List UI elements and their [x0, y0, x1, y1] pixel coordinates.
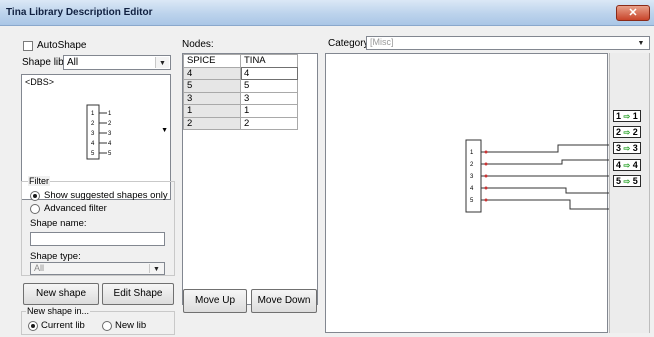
window-title: Tina Library Description Editor	[6, 7, 153, 18]
new-shape-button[interactable]: New shape	[23, 283, 99, 305]
pin-label-2[interactable]: 2 ⇨ 2	[613, 126, 641, 138]
nodes-header-row: SPICE TINA	[183, 54, 298, 68]
table-row[interactable]: 2 2	[183, 116, 298, 130]
advanced-filter-label: Advanced filter	[44, 203, 107, 214]
category-label: Category	[328, 38, 369, 49]
nodes-grid[interactable]: SPICE TINA 4 4 5 5 3 3 1 1 2 2	[182, 53, 318, 305]
shape-preview	[86, 104, 107, 160]
show-suggested-radio[interactable]	[30, 191, 40, 201]
shape-lib-label: Shape lib:	[22, 57, 67, 68]
chevron-down-icon[interactable]: ▼	[634, 38, 648, 48]
current-lib-radio[interactable]	[28, 321, 38, 331]
tina-column-header: TINA	[240, 54, 298, 68]
list-scroll-arrow-icon[interactable]: ▼	[161, 127, 168, 134]
shape-type-label: Shape type:	[30, 251, 81, 262]
shape-type-select[interactable]: All ▼	[30, 262, 165, 275]
table-row[interactable]: 3 3	[183, 91, 298, 105]
arrow-right-icon: ⇨	[623, 112, 631, 121]
dialog-client: AutoShape Shape lib: All ▼ <DBS> 1 2 3 4…	[0, 26, 654, 337]
nodes-label: Nodes:	[182, 39, 214, 50]
shape-name-label: Shape name:	[30, 218, 87, 229]
new-shape-in-label: New shape in...	[26, 306, 91, 316]
title-bar: Tina Library Description Editor ✕	[0, 0, 654, 26]
nodes-table: SPICE TINA 4 4 5 5 3 3 1 1 2 2	[183, 54, 298, 130]
category-select[interactable]: [Misc] ▼	[366, 36, 650, 50]
preview-pin-labels: 1 2 3 4 5	[108, 111, 112, 157]
new-lib-radio[interactable]	[102, 321, 112, 331]
autoshape-checkbox[interactable]	[23, 41, 33, 51]
show-suggested-label: Show suggested shapes only	[44, 190, 168, 201]
arrow-right-icon: ⇨	[623, 128, 631, 137]
close-button[interactable]: ✕	[616, 5, 650, 21]
table-row[interactable]: 4 4	[183, 66, 298, 80]
move-up-button[interactable]: Move Up	[183, 289, 247, 313]
new-lib-label: New lib	[115, 320, 147, 331]
canvas-drawing	[465, 139, 609, 213]
pin-terminal-strip: 1 ⇨ 1 2 ⇨ 2 3 ⇨ 3 4 ⇨ 4 5 ⇨ 5	[609, 53, 650, 333]
arrow-right-icon: ⇨	[623, 161, 631, 170]
pin-label-5[interactable]: 5 ⇨ 5	[613, 175, 641, 187]
advanced-filter-radio[interactable]	[30, 204, 40, 214]
filter-group-label: Filter	[28, 176, 50, 186]
shape-name-input[interactable]	[30, 232, 165, 246]
arrow-right-icon: ⇨	[623, 144, 631, 153]
pin-label-1[interactable]: 1 ⇨ 1	[613, 110, 641, 122]
chevron-down-icon[interactable]: ▼	[149, 264, 163, 273]
new-shape-in-group: New shape in... Current lib New lib	[21, 306, 175, 335]
shape-list-item[interactable]: <DBS>	[25, 77, 54, 87]
shape-type-value: All	[34, 263, 45, 273]
move-down-button[interactable]: Move Down	[251, 289, 317, 313]
table-row[interactable]: 5 5	[183, 79, 298, 93]
chevron-down-icon[interactable]: ▼	[155, 57, 169, 68]
category-value: [Misc]	[370, 37, 394, 47]
shape-canvas[interactable]: 1 2 3 4 5	[325, 53, 609, 333]
arrow-right-icon: ⇨	[623, 177, 631, 186]
pin-label-3[interactable]: 3 ⇨ 3	[613, 142, 641, 154]
edit-shape-button[interactable]: Edit Shape	[102, 283, 174, 305]
pin-label-4[interactable]: 4 ⇨ 4	[613, 159, 641, 171]
filter-group: Filter Show suggested shapes only Advanc…	[21, 176, 175, 276]
shape-lib-value: All	[67, 57, 79, 68]
canvas-pin-numbers: 1 2 3 4 5	[470, 150, 474, 204]
spice-column-header: SPICE	[183, 54, 241, 68]
autoshape-label: AutoShape	[37, 40, 87, 51]
shape-lib-select[interactable]: All ▼	[63, 55, 171, 70]
table-row[interactable]: 1 1	[183, 104, 298, 118]
preview-pin-numbers: 1 2 3 4 5	[91, 111, 95, 157]
current-lib-label: Current lib	[41, 320, 85, 331]
